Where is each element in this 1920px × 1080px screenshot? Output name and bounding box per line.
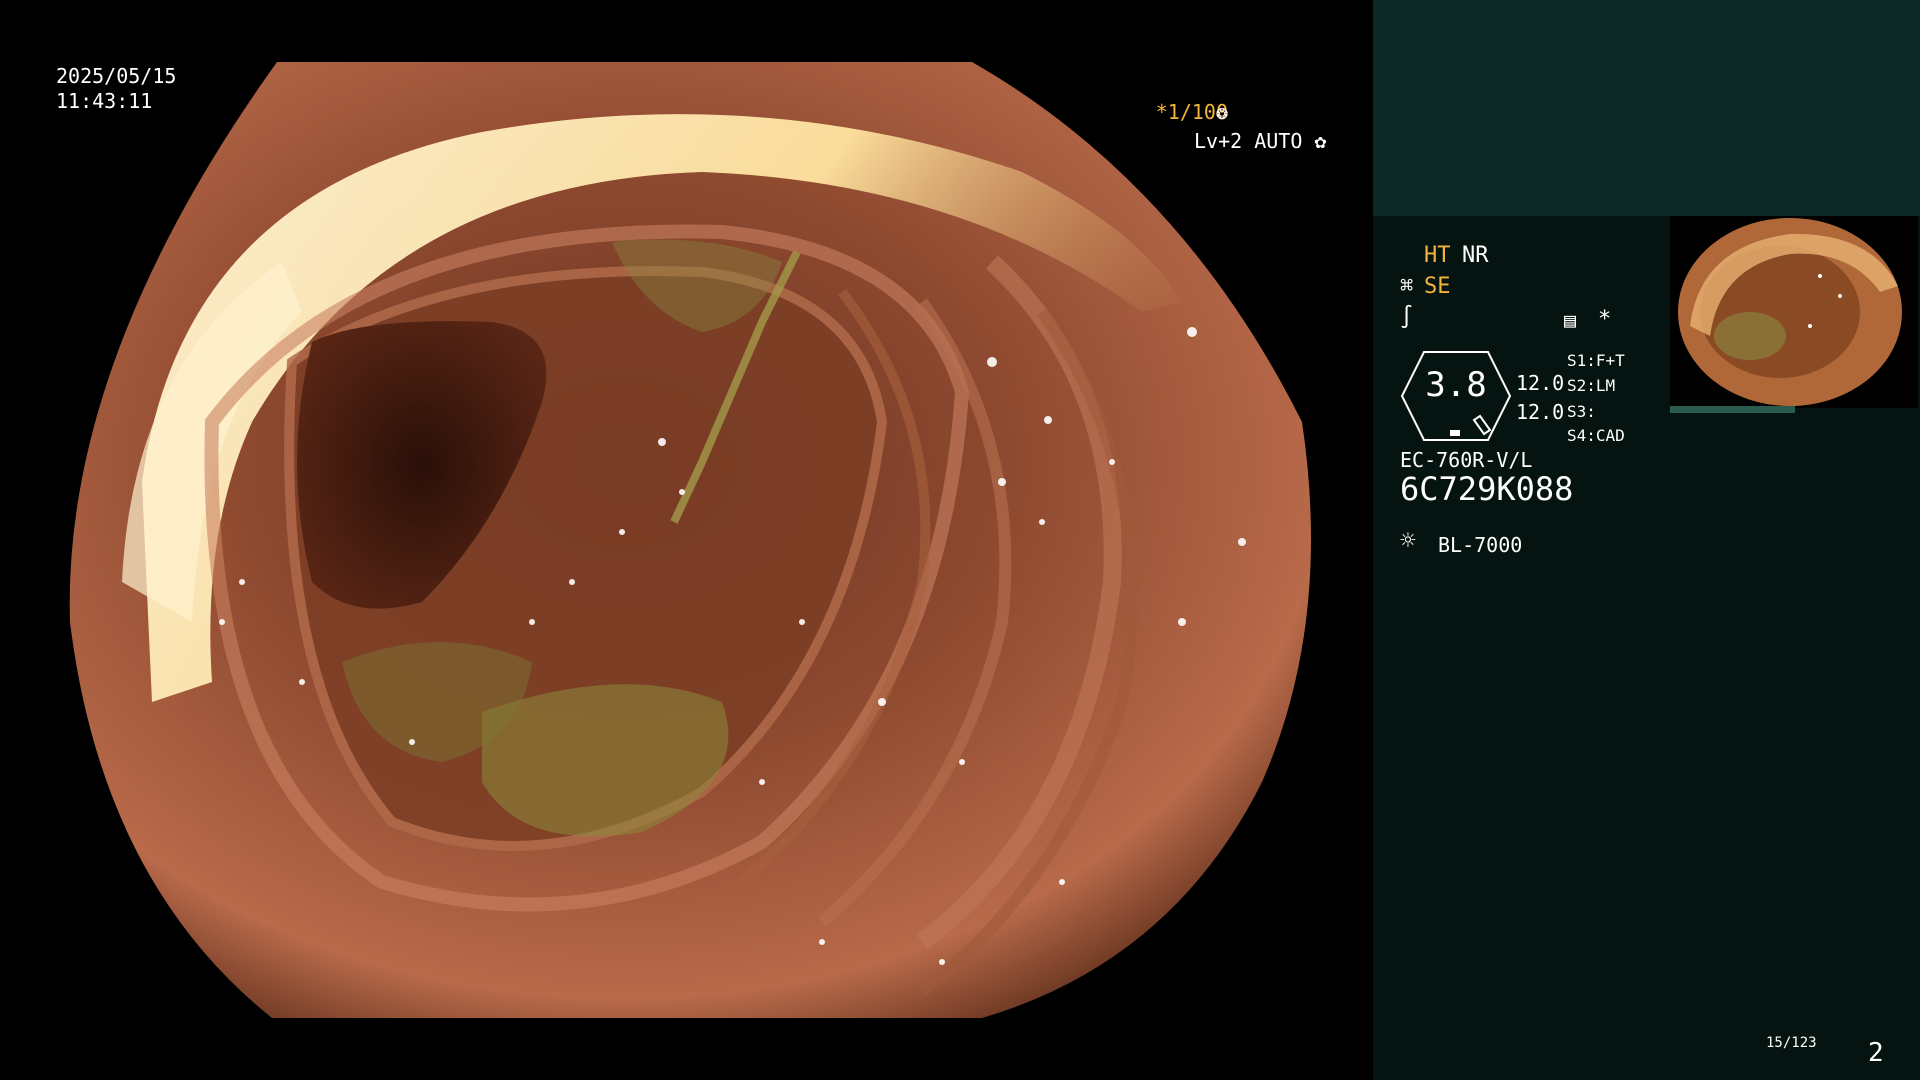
time-label: 11:43:11: [56, 89, 153, 113]
capture-thumbnail[interactable]: [1670, 216, 1918, 408]
date-label: 2025/05/15: [56, 64, 177, 88]
switch-s1: S1:F+T: [1567, 351, 1625, 370]
iris-icon: ✿: [1302, 129, 1327, 153]
iris-value: Lv+2 AUTO: [1194, 129, 1303, 153]
setting-value-2: 12.0: [1516, 400, 1565, 424]
light-source-label: BL-7000: [1438, 533, 1523, 557]
structure-icon: ∫: [1400, 305, 1414, 330]
image-counter: 15/123: [1766, 1035, 1817, 1051]
switch-s4: S4:CAD: [1567, 426, 1625, 445]
nr-label: NR: [1462, 243, 1489, 268]
ht-label: HT: [1424, 243, 1451, 268]
lamp-icon: ☼: [1400, 526, 1416, 556]
thumbnail-bar: [1670, 406, 1795, 413]
scope-serial: 6C729K088: [1400, 470, 1574, 508]
iris-readout: Lv+2 AUTO ✿: [1194, 128, 1326, 154]
se-label: SE: [1424, 274, 1451, 299]
document-icon: ▤: [1564, 308, 1577, 332]
setting-value-1: 12.0: [1516, 371, 1565, 395]
aperture-icon: ❂: [1215, 100, 1228, 124]
switch-s3: S3:: [1567, 402, 1596, 421]
info-panel-header: [1373, 0, 1920, 216]
endoscope-image: [69, 62, 1311, 1018]
enhance-icon: ⌘: [1400, 274, 1414, 299]
star-indicator: *: [1598, 307, 1612, 332]
switch-s2: S2:LM: [1567, 376, 1616, 395]
page-number: 2: [1868, 1038, 1884, 1068]
zoom-value: 3.8: [1425, 365, 1487, 405]
